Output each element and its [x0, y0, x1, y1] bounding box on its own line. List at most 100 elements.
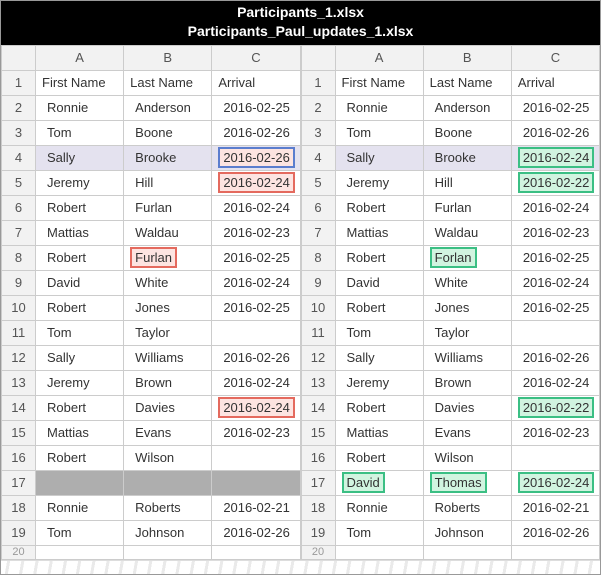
row-header[interactable]: 17 — [301, 470, 335, 495]
cell[interactable] — [212, 445, 300, 470]
row-header[interactable]: 18 — [301, 495, 335, 520]
cell[interactable] — [124, 470, 212, 495]
row-header[interactable]: 3 — [301, 120, 335, 145]
cell[interactable]: Forlan — [423, 245, 511, 270]
row-header[interactable]: 10 — [301, 295, 335, 320]
cell[interactable]: Robert — [36, 395, 124, 420]
cell[interactable]: Roberts — [124, 495, 212, 520]
left-grid[interactable]: A B C 1 First Name Last Name Arrival 2Ro… — [1, 45, 301, 560]
cell[interactable]: Evans — [423, 420, 511, 445]
cell[interactable]: Mattias — [36, 420, 124, 445]
cell[interactable]: 2016-02-26 — [212, 345, 300, 370]
col-header-c[interactable]: C — [511, 45, 599, 70]
row-header[interactable]: 2 — [301, 95, 335, 120]
row-header[interactable]: 19 — [301, 520, 335, 545]
row-header[interactable]: 5 — [301, 170, 335, 195]
col-header-c[interactable]: C — [212, 45, 300, 70]
cell[interactable]: Last Name — [124, 70, 212, 95]
corner-cell[interactable] — [2, 45, 36, 70]
cell[interactable]: Roberts — [423, 495, 511, 520]
cell[interactable]: Brooke — [124, 145, 212, 170]
row-header[interactable]: 1 — [301, 70, 335, 95]
row-header[interactable]: 1 — [2, 70, 36, 95]
cell[interactable]: Williams — [124, 345, 212, 370]
cell[interactable]: Tom — [36, 520, 124, 545]
cell[interactable]: Tom — [36, 320, 124, 345]
cell[interactable]: 2016-02-25 — [511, 95, 599, 120]
cell[interactable]: 2016-02-24 — [511, 370, 599, 395]
row-header[interactable]: 4 — [301, 145, 335, 170]
row-header[interactable]: 2 — [2, 95, 36, 120]
row-header[interactable]: 6 — [301, 195, 335, 220]
cell[interactable]: Mattias — [335, 420, 423, 445]
cell[interactable]: Wilson — [124, 445, 212, 470]
row-header[interactable]: 15 — [2, 420, 36, 445]
cell[interactable]: First Name — [335, 70, 423, 95]
row-header[interactable]: 7 — [2, 220, 36, 245]
cell[interactable]: 2016-02-24 — [511, 270, 599, 295]
cell[interactable] — [511, 320, 599, 345]
cell[interactable]: 2016-02-24 — [212, 395, 300, 420]
cell[interactable]: Last Name — [423, 70, 511, 95]
cell[interactable]: Robert — [36, 195, 124, 220]
cell[interactable]: 2016-02-23 — [212, 420, 300, 445]
cell[interactable]: Ronnie — [36, 95, 124, 120]
cell[interactable]: Furlan — [124, 195, 212, 220]
cell[interactable]: 2016-02-22 — [511, 170, 599, 195]
cell[interactable]: 2016-02-23 — [511, 220, 599, 245]
cell[interactable]: 2016-02-22 — [511, 395, 599, 420]
cell[interactable]: Sally — [36, 145, 124, 170]
cell[interactable]: Mattias — [335, 220, 423, 245]
cell[interactable]: 2016-02-25 — [511, 295, 599, 320]
cell[interactable]: 2016-02-26 — [511, 120, 599, 145]
col-header-b[interactable]: B — [423, 45, 511, 70]
cell[interactable]: Jones — [124, 295, 212, 320]
cell[interactable]: Sally — [335, 145, 423, 170]
row-header[interactable]: 14 — [301, 395, 335, 420]
cell[interactable] — [212, 545, 300, 559]
col-header-a[interactable]: A — [36, 45, 124, 70]
cell[interactable]: Robert — [335, 445, 423, 470]
cell[interactable]: Anderson — [124, 95, 212, 120]
row-header[interactable]: 18 — [2, 495, 36, 520]
cell[interactable]: Hill — [423, 170, 511, 195]
cell[interactable]: Ronnie — [36, 495, 124, 520]
row-header[interactable]: 7 — [301, 220, 335, 245]
cell[interactable]: Brown — [124, 370, 212, 395]
cell[interactable]: Ronnie — [335, 95, 423, 120]
cell[interactable]: David — [36, 270, 124, 295]
row-header[interactable]: 20 — [2, 545, 36, 559]
cell[interactable]: Robert — [335, 395, 423, 420]
row-header[interactable]: 20 — [301, 545, 335, 559]
row-header[interactable]: 12 — [301, 345, 335, 370]
row-header[interactable]: 8 — [2, 245, 36, 270]
cell[interactable]: 2016-02-24 — [511, 145, 599, 170]
cell[interactable]: Jeremy — [36, 370, 124, 395]
cell[interactable]: 2016-02-25 — [212, 295, 300, 320]
row-header[interactable]: 3 — [2, 120, 36, 145]
cell[interactable]: David — [335, 470, 423, 495]
cell[interactable] — [212, 320, 300, 345]
cell[interactable]: Taylor — [124, 320, 212, 345]
cell[interactable] — [511, 445, 599, 470]
cell[interactable]: Robert — [36, 245, 124, 270]
cell[interactable]: David — [335, 270, 423, 295]
cell[interactable]: Evans — [124, 420, 212, 445]
cell[interactable]: Waldau — [124, 220, 212, 245]
cell[interactable]: Robert — [335, 245, 423, 270]
cell[interactable]: Jeremy — [335, 170, 423, 195]
row-header[interactable]: 8 — [301, 245, 335, 270]
cell[interactable]: Arrival — [212, 70, 300, 95]
cell[interactable]: Boone — [423, 120, 511, 145]
cell[interactable]: 2016-02-24 — [511, 470, 599, 495]
cell[interactable]: Wilson — [423, 445, 511, 470]
cell[interactable]: 2016-02-25 — [212, 95, 300, 120]
corner-cell[interactable] — [301, 45, 335, 70]
cell[interactable]: Tom — [335, 520, 423, 545]
cell[interactable]: Thomas — [423, 470, 511, 495]
cell[interactable]: First Name — [36, 70, 124, 95]
row-header[interactable]: 5 — [2, 170, 36, 195]
cell[interactable]: 2016-02-24 — [212, 170, 300, 195]
row-header[interactable]: 19 — [2, 520, 36, 545]
cell[interactable]: Jeremy — [36, 170, 124, 195]
